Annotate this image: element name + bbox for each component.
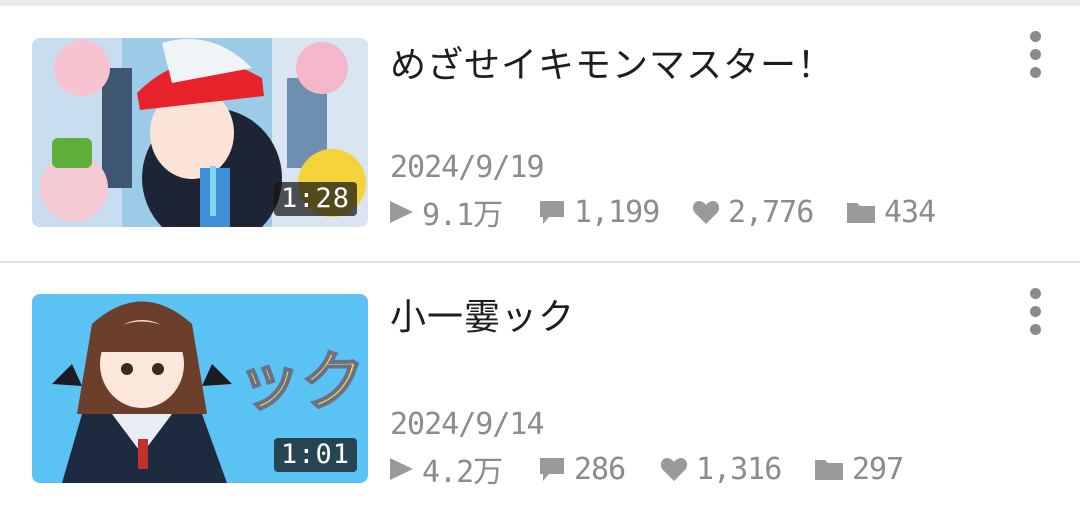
play-icon xyxy=(388,457,414,481)
upload-date: 2024/9/14 xyxy=(390,407,545,442)
views-stat: 9.1万 xyxy=(388,190,538,234)
video-thumbnail[interactable]: ック 1:01 xyxy=(32,294,368,483)
video-list-item[interactable]: 1:28 めざせイキモンマスター！ 2024/9/19 9.1万 1,199 2… xyxy=(0,14,1080,244)
more-vertical-icon-dot xyxy=(1029,305,1041,317)
saves-count: 434 xyxy=(884,194,936,230)
more-vertical-icon xyxy=(1029,30,1041,42)
views-count: 4.2万 xyxy=(422,455,503,490)
comment-icon xyxy=(538,455,566,483)
views-count: 9.1万 xyxy=(422,198,503,233)
saves-stat: 434 xyxy=(846,194,936,230)
more-vertical-icon-dot xyxy=(1029,323,1041,335)
folder-icon xyxy=(846,200,876,224)
comments-stat: 1,199 xyxy=(538,195,692,230)
more-options-button[interactable] xyxy=(1016,281,1054,341)
upload-date: 2024/9/19 xyxy=(390,150,545,185)
more-vertical-icon xyxy=(1029,287,1041,299)
list-divider xyxy=(0,261,1080,263)
video-thumbnail[interactable]: 1:28 xyxy=(32,38,368,227)
folder-icon xyxy=(814,457,844,481)
comments-count: 286 xyxy=(574,451,626,487)
video-title[interactable]: めざせイキモンマスター！ xyxy=(390,42,834,90)
heart-icon xyxy=(692,199,720,225)
video-stats: 4.2万 286 1,316 297 xyxy=(388,447,904,491)
video-duration: 1:28 xyxy=(273,182,357,216)
video-title[interactable]: 小一霎ック xyxy=(390,294,575,342)
likes-count: 2,776 xyxy=(728,194,814,230)
more-vertical-icon-dot xyxy=(1029,66,1041,78)
heart-icon xyxy=(660,456,688,482)
saves-count: 297 xyxy=(852,451,904,487)
video-stats: 9.1万 1,199 2,776 434 xyxy=(388,190,936,234)
svg-text:ック: ック xyxy=(237,346,365,420)
video-duration: 1:01 xyxy=(273,438,357,472)
likes-stat: 2,776 xyxy=(692,195,846,230)
saves-stat: 297 xyxy=(814,451,904,487)
views-stat: 4.2万 xyxy=(388,447,538,491)
video-list-item[interactable]: ック 1:01 小一霎ック 2024/9/14 4.2万 286 1,316 2… xyxy=(0,270,1080,500)
likes-stat: 1,316 xyxy=(660,452,814,487)
likes-count: 1,316 xyxy=(696,451,782,487)
comment-icon xyxy=(538,198,566,226)
comments-count: 1,199 xyxy=(574,194,660,230)
more-vertical-icon-dot xyxy=(1029,48,1041,60)
top-separator xyxy=(0,0,1080,6)
more-options-button[interactable] xyxy=(1016,24,1054,84)
comments-stat: 286 xyxy=(538,452,660,487)
play-icon xyxy=(388,200,414,224)
